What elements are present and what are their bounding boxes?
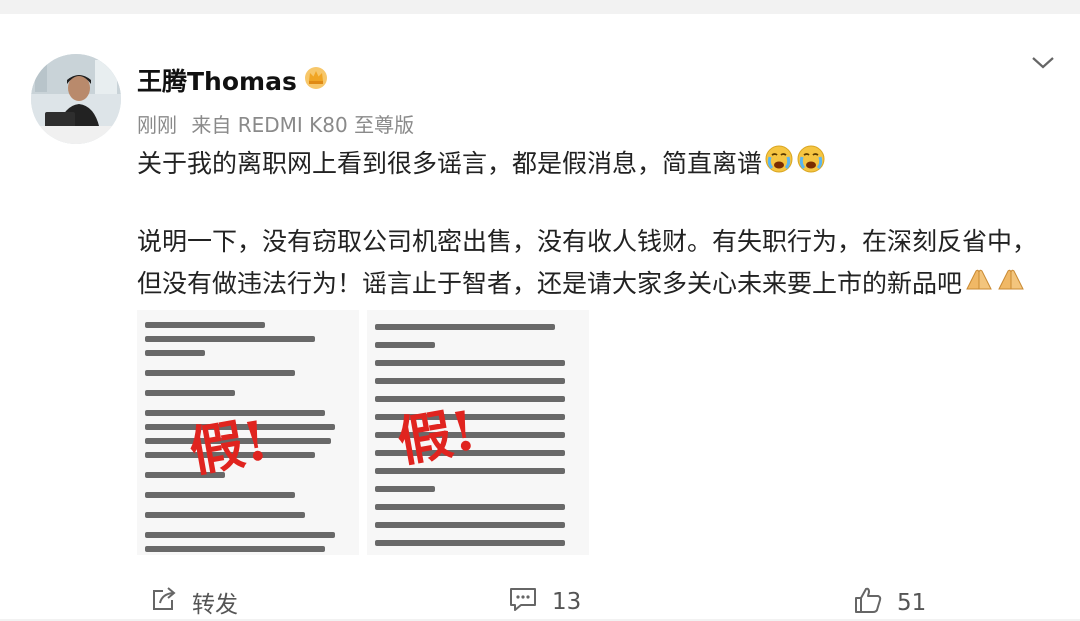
post-image-2[interactable]: 假! (367, 310, 589, 555)
post-text-1: 关于我的离职网上看到很多谣言，都是假消息，简直离谱 (137, 149, 763, 178)
like-icon (853, 585, 883, 621)
comment-count: 13 (552, 589, 582, 615)
post-time: 刚刚 (137, 113, 177, 137)
crying-emoji-icon (796, 144, 826, 180)
post-text-line-3: 但没有做违法行为！谣言止于智者，还是请大家多关心未来要上市的新品吧 (137, 264, 1026, 300)
repost-icon (150, 585, 178, 619)
pray-emoji-icon (996, 265, 1026, 299)
comment-icon (508, 585, 538, 619)
avatar[interactable] (31, 54, 121, 144)
repost-label: 转发 (192, 592, 238, 618)
fake-stamp: 假! (184, 407, 273, 485)
post-text-line-1: 关于我的离职网上看到很多谣言，都是假消息，简直离谱 (137, 144, 826, 180)
fake-stamp: 假! (392, 397, 481, 475)
username-text[interactable]: 王腾Thomas (137, 62, 297, 98)
pray-emoji-icon (964, 265, 994, 299)
post-card: 王腾Thomas 刚刚 来自 REDMI K80 至尊版 关于我的离职网上看到很… (0, 14, 1080, 619)
crown-icon (303, 64, 329, 96)
post-meta: 刚刚 来自 REDMI K80 至尊版 (137, 109, 414, 138)
post-text-line-2: 说明一下，没有窃取公司机密出售，没有收人钱财。有失职行为，在深刻反省中， (137, 222, 1037, 258)
repost-button[interactable]: 转发 (150, 585, 238, 619)
username[interactable]: 王腾Thomas (137, 62, 329, 98)
post-image-1[interactable]: 假! (137, 310, 359, 555)
chevron-down-icon[interactable] (1030, 54, 1056, 72)
like-button[interactable]: 51 (853, 585, 926, 621)
crying-emoji-icon (764, 144, 794, 180)
comment-button[interactable]: 13 (508, 585, 581, 619)
post-text-3: 但没有做违法行为！谣言止于智者，还是请大家多关心未来要上市的新品吧 (137, 269, 963, 298)
like-count: 51 (897, 590, 927, 616)
post-text-2: 说明一下，没有窃取公司机密出售，没有收人钱财。有失职行为，在深刻反省中， (137, 227, 1038, 256)
post-source: 来自 REDMI K80 至尊版 (191, 113, 415, 137)
